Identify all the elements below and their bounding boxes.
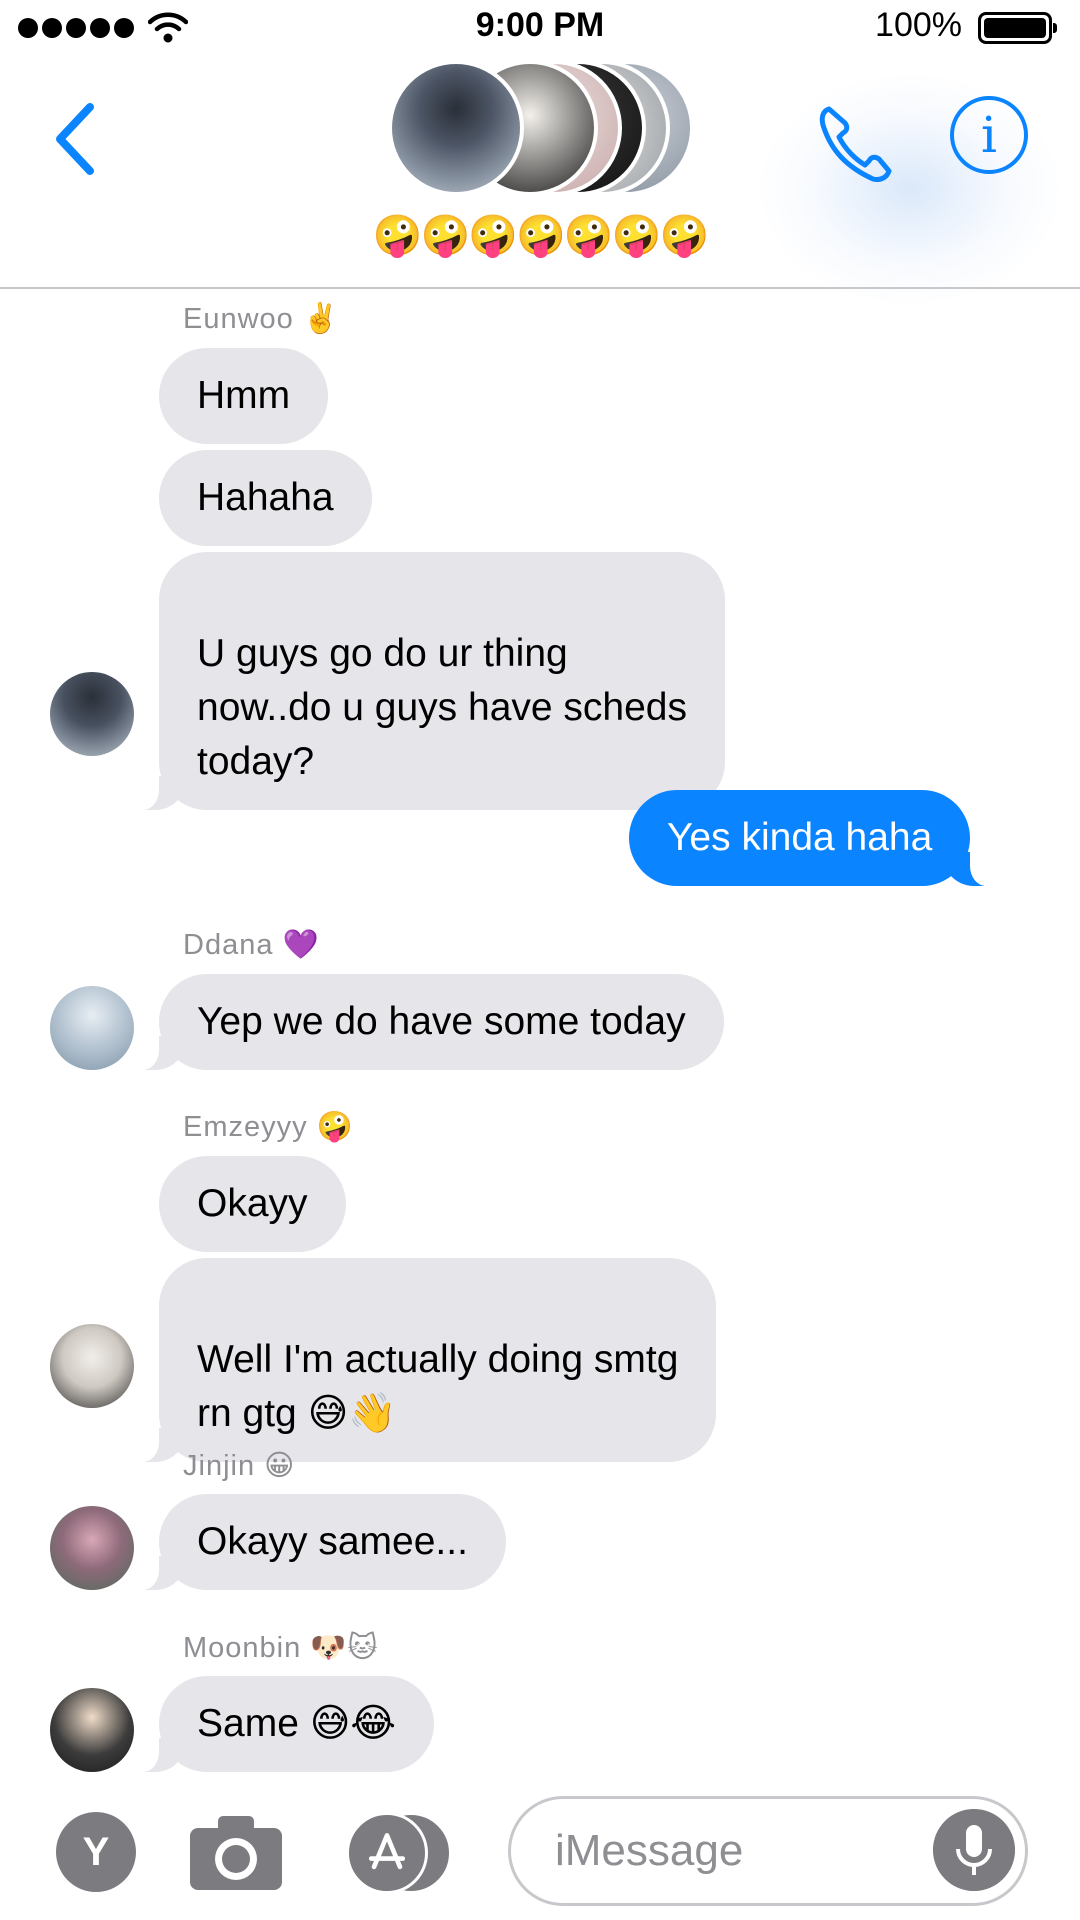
sent-message-bubble[interactable]: Yes kinda haha [629, 790, 1001, 886]
battery-icon [978, 12, 1057, 44]
message-bubble[interactable]: U guys go do ur thing now..do u guys hav… [129, 552, 725, 810]
app-store-button[interactable] [346, 1812, 458, 1894]
group-avatar-stack[interactable] [388, 60, 698, 196]
sender-name: Ddana 💜 [183, 929, 320, 961]
info-icon[interactable]: i [950, 96, 1028, 174]
battery-percentage: 100% [875, 6, 962, 44]
message-bubble[interactable]: Okayy samee... [129, 1494, 506, 1590]
camera-icon[interactable] [188, 1812, 284, 1892]
messages-screen: 9:00 PM 100% 🤪🤪🤪🤪🤪🤪🤪 i Eunwoo ✌️ Hmm Hah… [0, 0, 1080, 1920]
group-member-avatar [388, 60, 524, 196]
message-bubble[interactable]: Same 😅😂 [129, 1676, 434, 1772]
compose-bar: Y [0, 1790, 1080, 1920]
imessage-field[interactable] [508, 1796, 1028, 1906]
app-store-icon [346, 1812, 428, 1894]
message-input[interactable] [555, 1821, 915, 1881]
avatar[interactable] [50, 1506, 134, 1590]
message-bubble[interactable]: Hmm [159, 348, 329, 444]
microphone-icon[interactable] [933, 1809, 1015, 1891]
sender-name: Eunwoo ✌️ [183, 303, 340, 335]
message-bubble[interactable]: Hahaha [159, 450, 372, 546]
status-bar: 9:00 PM 100% [0, 0, 1080, 54]
avatar[interactable] [50, 1324, 134, 1408]
sender-name: Moonbin 🐶🐱 [183, 1632, 379, 1664]
conversation-header: 🤪🤪🤪🤪🤪🤪🤪 i [0, 54, 1080, 304]
back-chevron-icon[interactable] [46, 99, 106, 179]
y-app-button[interactable]: Y [56, 1812, 136, 1892]
message-bubble[interactable]: Okayy [159, 1156, 346, 1252]
phone-icon[interactable] [815, 99, 895, 189]
sender-name: Emzeyyy 🤪 [183, 1111, 354, 1143]
avatar[interactable] [50, 1688, 134, 1772]
group-name[interactable]: 🤪🤪🤪🤪🤪🤪🤪 [0, 212, 1080, 259]
message-bubble[interactable]: Well I'm actually doing smtg rn gtg 😅👋 [128, 1258, 717, 1462]
message-bubble[interactable]: Yep we do have some today [129, 974, 724, 1070]
avatar[interactable] [50, 986, 134, 1070]
sender-name: Jinjin 😀 [183, 1450, 296, 1482]
avatar[interactable] [50, 672, 134, 756]
